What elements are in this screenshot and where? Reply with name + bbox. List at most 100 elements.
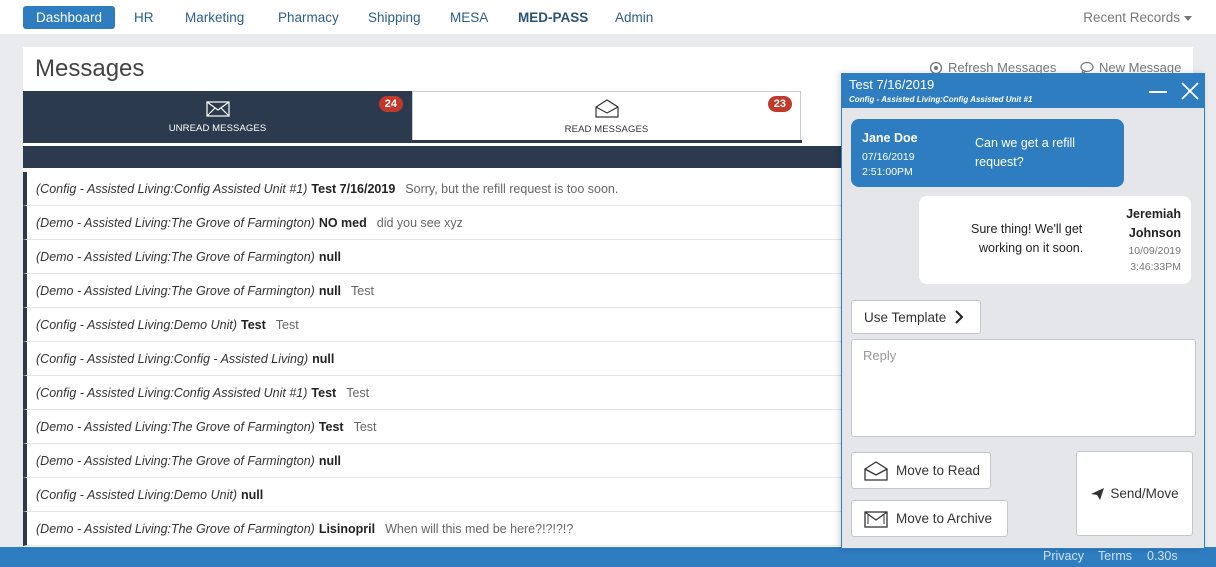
caret-down-icon bbox=[1184, 15, 1192, 21]
message-row[interactable]: (Demo - Assisted Living:The Grove of Far… bbox=[23, 274, 841, 308]
message-subject: Test bbox=[241, 317, 266, 332]
message-preview: Test bbox=[351, 283, 374, 298]
recent-records-label: Recent Records bbox=[1083, 10, 1180, 25]
message-subject: null bbox=[318, 283, 342, 298]
send-move-label: Send/Move bbox=[1110, 486, 1179, 501]
move-to-archive-label: Move to Archive bbox=[896, 511, 993, 526]
message-preview: Test bbox=[353, 419, 377, 434]
message-tabs: UNREAD MESSAGES 24 READ MESSAGES 23 bbox=[23, 91, 841, 143]
message-location: (Demo - Assisted Living:The Grove of Far… bbox=[36, 283, 315, 298]
top-nav: Dashboard HR Marketing Pharmacy Shipping… bbox=[0, 0, 1216, 34]
message-subject: Test bbox=[311, 385, 337, 400]
reply-textarea[interactable] bbox=[851, 339, 1196, 437]
tab-unread-messages[interactable]: UNREAD MESSAGES 24 bbox=[23, 91, 412, 143]
message-row[interactable]: (Config - Assisted Living:Config Assiste… bbox=[23, 172, 841, 206]
message-subject: null bbox=[312, 351, 335, 366]
message-location: (Demo - Assisted Living:The Grove of Far… bbox=[36, 453, 315, 468]
tab-underline bbox=[412, 140, 802, 143]
message-text-line-2: request? bbox=[975, 155, 1024, 169]
message-row[interactable]: (Config - Assisted Living:Config - Assis… bbox=[23, 342, 841, 376]
nav-admin[interactable]: Admin bbox=[615, 6, 653, 29]
message-preview: Test bbox=[275, 317, 299, 332]
message-location: (Config - Assisted Living:Demo Unit) bbox=[36, 487, 237, 502]
open-envelope-icon bbox=[594, 99, 619, 118]
tab-unread-label: UNREAD MESSAGES bbox=[168, 122, 267, 134]
message-location: (Config - Assisted Living:Config Assiste… bbox=[36, 181, 308, 196]
message-subject: Lisinopril bbox=[318, 521, 376, 536]
message-row[interactable]: (Demo - Assisted Living:The Grove of Far… bbox=[23, 512, 841, 546]
message-subject: Test 7/16/2019 bbox=[311, 181, 396, 196]
message-text-line-1: Sure thing! We'll get bbox=[971, 222, 1083, 236]
render-timing: 0.30s bbox=[1147, 549, 1178, 563]
send-move-button[interactable]: Send/Move bbox=[1076, 451, 1193, 536]
message-row[interactable]: (Config - Assisted Living:Demo Unit) null bbox=[23, 478, 841, 512]
message-subject: Test bbox=[318, 419, 344, 434]
message-row[interactable]: (Demo - Assisted Living:The Grove of Far… bbox=[23, 240, 841, 274]
message-row[interactable]: (Demo - Assisted Living:The Grove of Far… bbox=[23, 410, 841, 444]
envelope-icon bbox=[205, 100, 230, 117]
message-preview: did you see xyz bbox=[376, 215, 463, 230]
chevron-right-icon bbox=[955, 310, 964, 324]
close-icon[interactable] bbox=[1179, 80, 1201, 102]
message-subject: null bbox=[318, 249, 342, 264]
footer-bar: Privacy Terms 0.30s bbox=[0, 547, 1216, 567]
nav-shipping[interactable]: Shipping bbox=[368, 6, 421, 29]
tab-read-messages[interactable]: READ MESSAGES 23 bbox=[412, 91, 801, 143]
sender-name-line-1: Jeremiah bbox=[1126, 207, 1181, 221]
message-row[interactable]: (Config - Assisted Living:Config Assiste… bbox=[23, 376, 841, 410]
nav-med-pass[interactable]: MED-PASS bbox=[518, 6, 588, 29]
message-list: (Config - Assisted Living:Config Assiste… bbox=[23, 172, 841, 546]
move-to-read-label: Move to Read bbox=[896, 463, 981, 478]
paper-plane-icon bbox=[1091, 487, 1105, 500]
move-to-read-button[interactable]: Move to Read bbox=[851, 452, 991, 489]
use-template-label: Use Template bbox=[864, 309, 947, 325]
message-location: (Demo - Assisted Living:The Grove of Far… bbox=[36, 215, 315, 230]
nav-mesa[interactable]: MESA bbox=[450, 6, 488, 29]
message-row[interactable]: (Demo - Assisted Living:The Grove of Far… bbox=[23, 206, 841, 240]
read-count-badge: 23 bbox=[767, 96, 792, 112]
message-preview: When will this med be here?!?!?!? bbox=[385, 521, 574, 536]
message-text-line-2: working on it soon. bbox=[979, 241, 1084, 255]
chat-window: Test 7/16/2019 Config - Assisted Living:… bbox=[841, 73, 1205, 549]
nav-pharmacy[interactable]: Pharmacy bbox=[278, 6, 339, 29]
message-preview: Sorry, but the refill request is too soo… bbox=[405, 181, 619, 196]
use-template-button[interactable]: Use Template bbox=[851, 300, 981, 334]
message-subject: NO med bbox=[318, 215, 367, 230]
message-time: 2:51:00PM bbox=[862, 166, 913, 178]
minimize-icon[interactable] bbox=[1149, 91, 1167, 93]
tab-read-label: READ MESSAGES bbox=[564, 124, 649, 135]
message-location: (Config - Assisted Living:Config Assiste… bbox=[36, 385, 308, 400]
chat-title: Test 7/16/2019 bbox=[849, 77, 935, 92]
recent-records-dropdown[interactable]: Recent Records bbox=[1083, 6, 1192, 29]
message-subject: null bbox=[318, 453, 342, 468]
sender-name: Jane Doe bbox=[862, 131, 918, 145]
nav-dashboard[interactable]: Dashboard bbox=[23, 6, 116, 29]
open-envelope-icon bbox=[864, 460, 888, 481]
unread-count-badge: 24 bbox=[378, 96, 403, 112]
message-date: 10/09/2019 bbox=[1128, 245, 1181, 257]
message-location: (Demo - Assisted Living:The Grove of Far… bbox=[36, 521, 315, 536]
message-time: 3:46:33PM bbox=[1130, 261, 1181, 273]
message-row[interactable]: (Config - Assisted Living:Demo Unit) Test… bbox=[23, 308, 841, 342]
nav-hr[interactable]: HR bbox=[134, 6, 154, 29]
archive-envelope-icon bbox=[864, 510, 888, 528]
message-text-line-1: Can we get a refill bbox=[975, 136, 1076, 150]
chat-subtitle: Config - Assisted Living:Config Assisted… bbox=[849, 95, 1033, 104]
incoming-message-bubble: Jane Doe 07/16/2019 2:51:00PM Can we get… bbox=[851, 119, 1124, 187]
outgoing-message-bubble: Sure thing! We'll get working on it soon… bbox=[919, 196, 1191, 284]
message-location: (Config - Assisted Living:Config - Assis… bbox=[36, 351, 309, 366]
chat-header: Test 7/16/2019 Config - Assisted Living:… bbox=[842, 74, 1204, 108]
message-location: (Config - Assisted Living:Demo Unit) bbox=[36, 317, 237, 332]
privacy-link[interactable]: Privacy bbox=[1043, 549, 1084, 563]
page-title: Messages bbox=[35, 55, 145, 82]
message-location: (Demo - Assisted Living:The Grove of Far… bbox=[36, 249, 315, 264]
message-date: 07/16/2019 bbox=[862, 151, 915, 163]
move-to-archive-button[interactable]: Move to Archive bbox=[851, 500, 1008, 537]
message-subject: null bbox=[241, 487, 264, 502]
terms-link[interactable]: Terms bbox=[1098, 549, 1132, 563]
nav-marketing[interactable]: Marketing bbox=[185, 6, 244, 29]
message-location: (Demo - Assisted Living:The Grove of Far… bbox=[36, 419, 315, 434]
message-preview: Test bbox=[346, 385, 370, 400]
sender-name-line-2: Johnson bbox=[1128, 226, 1181, 240]
message-row[interactable]: (Demo - Assisted Living:The Grove of Far… bbox=[23, 444, 841, 478]
